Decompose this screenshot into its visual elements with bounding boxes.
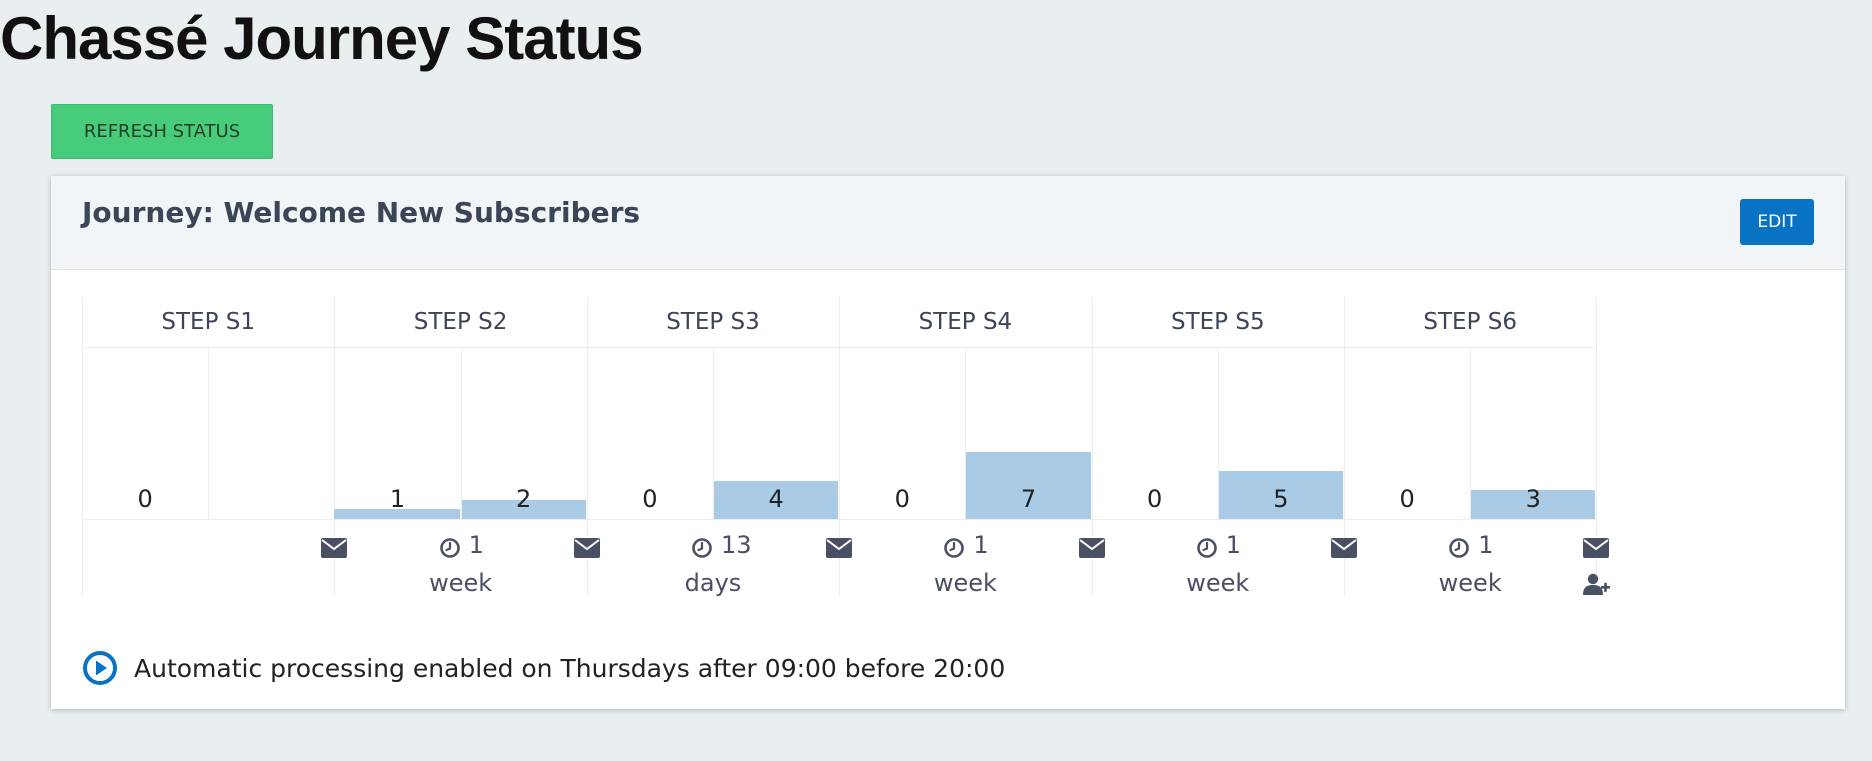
step-header-s1: STEP S1 (161, 309, 255, 335)
processing-status-text: Automatic processing enabled on Thursday… (134, 653, 1006, 683)
page-title: Chassé Journey Status (0, 5, 644, 72)
step-header-s4: STEP S4 (918, 309, 1013, 335)
envelope-icon (573, 538, 600, 558)
step-header-s5: STEP S5 (1170, 309, 1265, 335)
clock-icon (944, 538, 965, 558)
clock-icon (1196, 538, 1217, 558)
wait-unit-s4: week (933, 569, 997, 597)
edit-button[interactable]: EDIT (1740, 199, 1814, 245)
processing-status: Automatic processing enabled on Thursday… (82, 650, 1005, 686)
active-count-s4: 0 (894, 485, 910, 513)
waiting-count-s4: 7 (1020, 485, 1037, 513)
wait-value-s2: 1 (468, 531, 484, 559)
active-count-s2: 1 (389, 485, 406, 513)
wait-unit-s3: days (684, 569, 742, 597)
refresh-status-button[interactable]: REFRESH STATUS (51, 104, 273, 159)
envelope-icon (1078, 538, 1105, 558)
step-header-s6: STEP S6 (1423, 309, 1517, 335)
wait-value-s3: 13 (721, 531, 752, 559)
journey-title: Journey: Welcome New Subscribers (82, 196, 641, 229)
journey-card: Journey: Welcome New Subscribers EDIT Au… (51, 176, 1845, 709)
wait-value-s4: 1 (973, 531, 989, 559)
envelope-icon (826, 538, 853, 558)
wait-unit-s2: week (429, 569, 493, 597)
waiting-count-s2: 2 (516, 485, 532, 513)
envelope-icon (321, 538, 348, 558)
clock-icon (1449, 538, 1469, 558)
wait-unit-s5: week (1186, 569, 1250, 597)
clock-icon (692, 538, 712, 558)
wait-unit-s6: week (1438, 569, 1502, 597)
clock-icon (439, 538, 460, 558)
wait-value-s5: 1 (1225, 531, 1242, 559)
active-count-s1: 0 (137, 485, 153, 513)
wait-value-s6: 1 (1478, 531, 1494, 559)
active-count-s3: 0 (642, 485, 658, 513)
active-count-s5: 0 (1147, 485, 1163, 513)
envelope-icon (1331, 538, 1357, 558)
user-plus-icon (1583, 573, 1611, 595)
waiting-count-s3: 4 (768, 485, 784, 513)
step-mid-line (208, 347, 210, 519)
journey-card-header: Journey: Welcome New Subscribers EDIT (51, 176, 1845, 270)
step-header-s3: STEP S3 (666, 309, 760, 335)
envelope-icon (1583, 538, 1610, 558)
waiting-count-s6: 3 (1525, 485, 1541, 513)
play-circle-icon (83, 651, 117, 685)
waiting-count-s5: 5 (1273, 485, 1289, 513)
active-count-s6: 0 (1399, 485, 1415, 513)
step-header-s2: STEP S2 (413, 309, 508, 335)
